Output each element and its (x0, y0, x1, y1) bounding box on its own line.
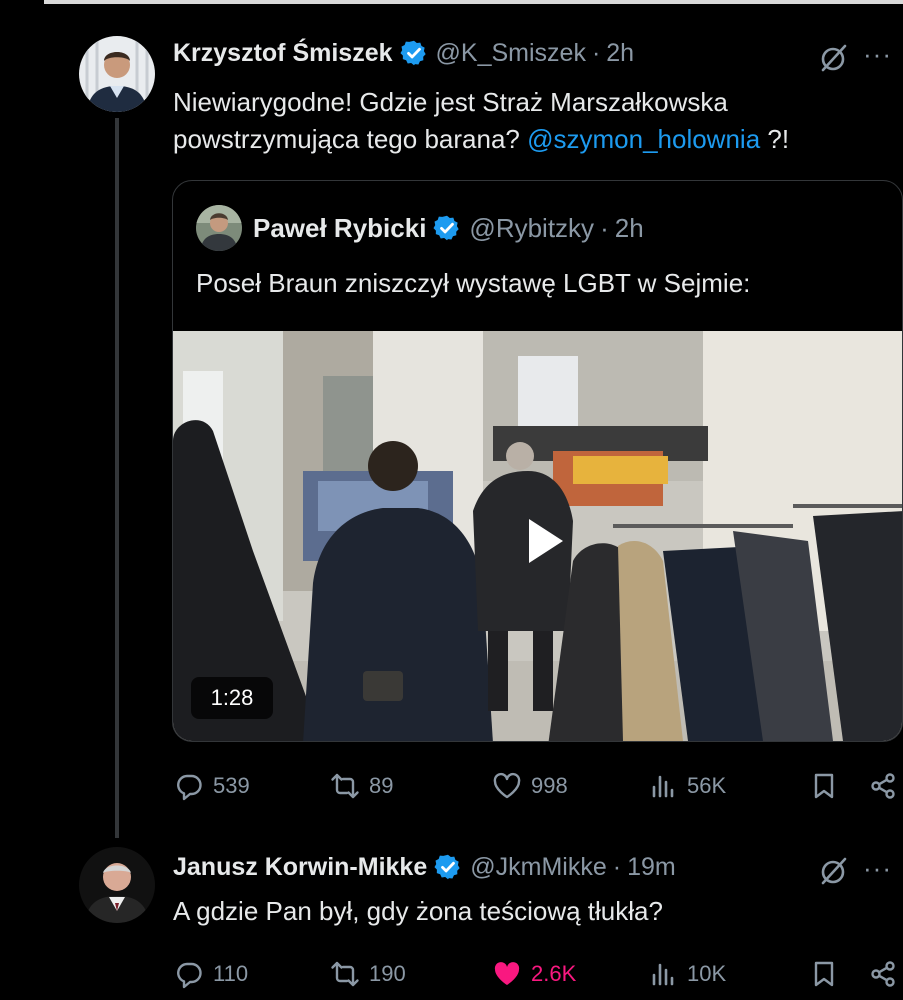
views-button[interactable]: 10K (648, 954, 726, 994)
quoted-tweet-timestamp[interactable]: 2h (615, 213, 644, 243)
view-count: 10K (687, 961, 727, 986)
views-button[interactable]: 56K (648, 766, 726, 806)
tweet-thread-screen: Krzysztof Śmiszek @K_Smiszek · 2h ··· Ni… (0, 0, 903, 1000)
views-icon (648, 959, 678, 989)
quoted-tweet-header: Paweł Rybicki @Rybitzky · 2h (253, 213, 644, 243)
quoted-tweet-text: Poseł Braun zniszczył wystawę LGBT w Sej… (196, 268, 751, 298)
quoted-tweet-card[interactable]: Paweł Rybicki @Rybitzky · 2h Poseł Braun… (172, 180, 903, 742)
bookmark-button[interactable] (809, 954, 839, 994)
top-divider (44, 0, 903, 4)
author-handle[interactable]: @K_Smiszek (436, 38, 586, 68)
repost-icon (330, 771, 360, 801)
tweet-text-part: ?! (760, 124, 790, 154)
reply-header: Janusz Korwin-Mikke @JkmMikke · 19m (173, 852, 676, 882)
avatar-krzysztof-smiszek[interactable] (79, 36, 155, 112)
share-button[interactable] (868, 766, 898, 806)
more-icon[interactable]: ··· (863, 855, 892, 881)
reply-icon (174, 959, 204, 989)
share-icon (868, 771, 898, 801)
reply-icon (174, 771, 204, 801)
grok-icon[interactable] (818, 42, 850, 74)
video-duration-badge: 1:28 (191, 677, 273, 719)
repost-count: 89 (369, 773, 394, 798)
tweet-text: Niewiarygodne! Gdzie jest Straż Marszałk… (173, 84, 893, 158)
reply-author-handle[interactable]: @JkmMikke (470, 852, 607, 882)
reply-timestamp[interactable]: 19m (627, 852, 676, 882)
thread-connector-line (115, 118, 119, 838)
author-name[interactable]: Krzysztof Śmiszek (173, 38, 393, 68)
bookmark-icon (809, 959, 839, 989)
header-separator: · (612, 853, 622, 881)
repost-button[interactable]: 89 (330, 766, 393, 806)
reply-count: 539 (213, 773, 250, 798)
tweet-action-bar: 539 89 998 56K (172, 766, 903, 806)
like-icon (492, 771, 522, 801)
more-icon[interactable]: ··· (863, 41, 892, 67)
reply-button[interactable]: 110 (174, 954, 248, 994)
reply-action-bar: 110 190 2.6K 10K (172, 954, 903, 994)
repost-icon (330, 959, 360, 989)
share-button[interactable] (868, 954, 898, 994)
reply-button[interactable]: 539 (174, 766, 250, 806)
tweet-timestamp[interactable]: 2h (606, 38, 634, 68)
repost-count: 190 (369, 961, 406, 986)
header-separator: · (600, 213, 609, 243)
video-player[interactable]: 1:28 (173, 331, 902, 741)
reply-author-name[interactable]: Janusz Korwin-Mikke (173, 852, 427, 882)
reply-count: 110 (213, 961, 249, 986)
header-separator: · (591, 39, 601, 67)
like-count: 998 (531, 773, 568, 798)
tweet-header: Krzysztof Śmiszek @K_Smiszek · 2h (173, 38, 634, 68)
bookmark-button[interactable] (809, 766, 839, 806)
like-button[interactable]: 2.6K (492, 954, 576, 994)
share-icon (868, 959, 898, 989)
verified-badge-icon (400, 39, 428, 67)
verified-badge-icon (433, 214, 461, 242)
avatar-janusz-korwin-mikke[interactable] (79, 847, 155, 923)
reply-text: A gdzie Pan był, gdy żona teściową tłukł… (173, 896, 663, 926)
quoted-author-name[interactable]: Paweł Rybicki (253, 213, 426, 243)
views-icon (648, 771, 678, 801)
quoted-author-handle[interactable]: @Rybitzky (469, 213, 594, 243)
play-icon[interactable] (499, 499, 583, 583)
like-icon (492, 959, 522, 989)
like-count: 2.6K (531, 961, 577, 986)
avatar-pawel-rybicki[interactable] (196, 205, 242, 251)
mention-link[interactable]: @szymon_holownia (527, 124, 760, 154)
verified-badge-icon (434, 853, 462, 881)
grok-icon[interactable] (818, 855, 850, 887)
bookmark-icon (809, 771, 839, 801)
view-count: 56K (687, 773, 727, 798)
like-button[interactable]: 998 (492, 766, 568, 806)
repost-button[interactable]: 190 (330, 954, 406, 994)
